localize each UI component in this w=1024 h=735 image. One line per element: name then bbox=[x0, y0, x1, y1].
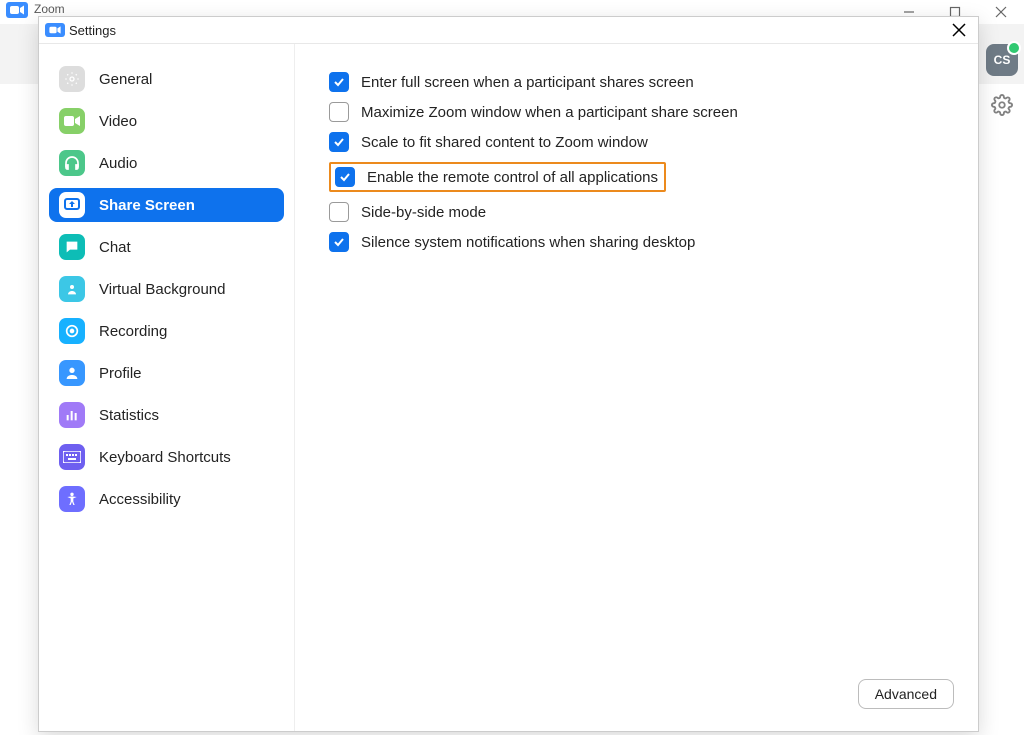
settings-dialog: Settings General Video bbox=[38, 16, 979, 732]
sidebar-item-label: Chat bbox=[99, 239, 131, 256]
dialog-title: Settings bbox=[69, 23, 116, 38]
highlighted-option: Enable the remote control of all applica… bbox=[329, 162, 666, 192]
checkbox-checked-icon bbox=[329, 72, 349, 92]
dialog-titlebar: Settings bbox=[39, 17, 978, 44]
profile-icon bbox=[59, 360, 85, 386]
zoom-logo-icon bbox=[45, 23, 65, 37]
settings-main-pane: Enter full screen when a participant sha… bbox=[295, 44, 978, 731]
checkbox-unchecked-icon bbox=[329, 102, 349, 122]
keyboard-icon bbox=[59, 444, 85, 470]
sidebar-item-label: Profile bbox=[99, 365, 142, 382]
option-label: Enter full screen when a participant sha… bbox=[361, 74, 694, 91]
checkbox-checked-icon bbox=[335, 167, 355, 187]
bar-chart-icon bbox=[59, 402, 85, 428]
option-silence-notifications[interactable]: Silence system notifications when sharin… bbox=[329, 232, 944, 252]
sidebar-item-accessibility[interactable]: Accessibility bbox=[49, 482, 284, 516]
option-label: Enable the remote control of all applica… bbox=[367, 169, 658, 186]
checkbox-checked-icon bbox=[329, 132, 349, 152]
option-remote-control[interactable]: Enable the remote control of all applica… bbox=[335, 167, 658, 187]
dialog-close-button[interactable] bbox=[946, 17, 972, 43]
advanced-button[interactable]: Advanced bbox=[858, 679, 954, 709]
accessibility-icon bbox=[59, 486, 85, 512]
sidebar-item-label: Accessibility bbox=[99, 491, 181, 508]
avatar-initials: CS bbox=[994, 53, 1011, 67]
option-side-by-side[interactable]: Side-by-side mode bbox=[329, 202, 944, 222]
option-label: Scale to fit shared content to Zoom wind… bbox=[361, 134, 648, 151]
zoom-logo-icon bbox=[6, 2, 28, 18]
headphones-icon bbox=[59, 150, 85, 176]
sidebar-item-chat[interactable]: Chat bbox=[49, 230, 284, 264]
sidebar-item-label: Share Screen bbox=[99, 197, 195, 214]
sidebar-item-share-screen[interactable]: Share Screen bbox=[49, 188, 284, 222]
sidebar-item-video[interactable]: Video bbox=[49, 104, 284, 138]
share-screen-icon bbox=[59, 192, 85, 218]
app-title: Zoom bbox=[34, 2, 65, 16]
gear-icon bbox=[59, 66, 85, 92]
sidebar-item-label: Virtual Background bbox=[99, 281, 225, 298]
sidebar-item-label: General bbox=[99, 71, 152, 88]
sidebar-item-statistics[interactable]: Statistics bbox=[49, 398, 284, 432]
option-enter-fullscreen[interactable]: Enter full screen when a participant sha… bbox=[329, 72, 944, 92]
sidebar-item-audio[interactable]: Audio bbox=[49, 146, 284, 180]
status-online-icon bbox=[1007, 41, 1021, 55]
user-avatar[interactable]: CS bbox=[986, 44, 1018, 76]
sidebar-item-keyboard-shortcuts[interactable]: Keyboard Shortcuts bbox=[49, 440, 284, 474]
sidebar-item-general[interactable]: General bbox=[49, 62, 284, 96]
option-scale-to-fit[interactable]: Scale to fit shared content to Zoom wind… bbox=[329, 132, 944, 152]
sidebar-item-label: Audio bbox=[99, 155, 137, 172]
sidebar-item-label: Video bbox=[99, 113, 137, 130]
settings-sidebar: General Video Audio Share Screen bbox=[39, 44, 295, 731]
sidebar-item-profile[interactable]: Profile bbox=[49, 356, 284, 390]
sidebar-item-label: Keyboard Shortcuts bbox=[99, 449, 231, 466]
chat-icon bbox=[59, 234, 85, 260]
sidebar-item-recording[interactable]: Recording bbox=[49, 314, 284, 348]
checkbox-unchecked-icon bbox=[329, 202, 349, 222]
settings-gear-icon[interactable] bbox=[991, 94, 1013, 116]
option-maximize-window[interactable]: Maximize Zoom window when a participant … bbox=[329, 102, 944, 122]
video-icon bbox=[59, 108, 85, 134]
option-label: Maximize Zoom window when a participant … bbox=[361, 104, 738, 121]
option-label: Side-by-side mode bbox=[361, 204, 486, 221]
sidebar-item-virtual-background[interactable]: Virtual Background bbox=[49, 272, 284, 306]
virtual-background-icon bbox=[59, 276, 85, 302]
option-label: Silence system notifications when sharin… bbox=[361, 234, 695, 251]
window-close-button[interactable] bbox=[978, 0, 1024, 24]
checkbox-checked-icon bbox=[329, 232, 349, 252]
sidebar-item-label: Statistics bbox=[99, 407, 159, 424]
record-icon bbox=[59, 318, 85, 344]
sidebar-item-label: Recording bbox=[99, 323, 167, 340]
